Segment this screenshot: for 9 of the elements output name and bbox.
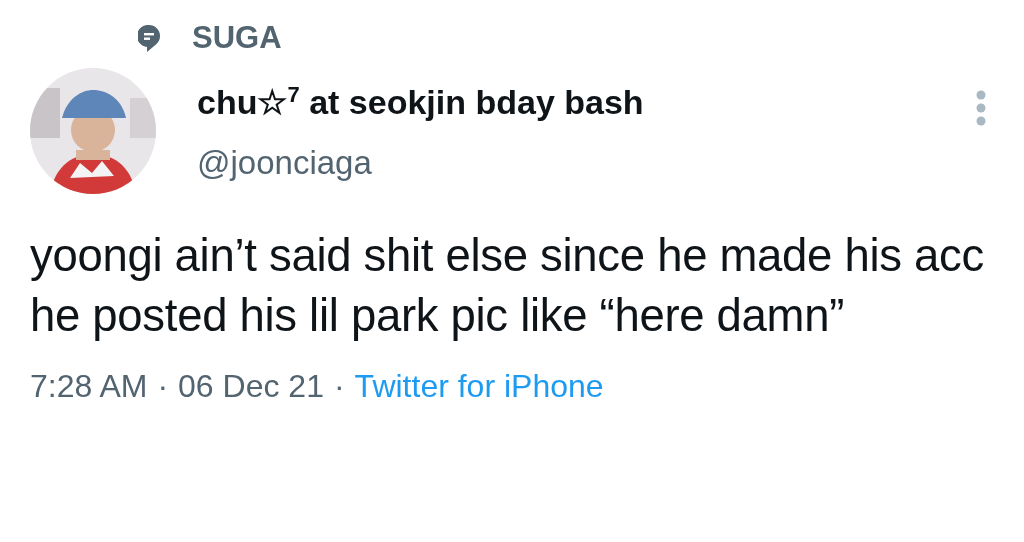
separator-dot: · (157, 368, 169, 405)
tweet-text: yoongi ain’t said shit else since he made his acc he posted his lil park pic like “here damn” (30, 229, 985, 343)
tweet-date: 06 Dec 21 (178, 368, 324, 405)
tweet-time: 7:28 AM (30, 368, 148, 405)
separator-dot: · (333, 368, 345, 405)
topic-icon (138, 24, 160, 52)
topic-label[interactable]: SUGA (192, 20, 282, 56)
user-handle[interactable]: @joonciaga (197, 144, 976, 182)
display-name[interactable]: chu☆$^{7}$ at seokjin bday bash (197, 82, 976, 122)
